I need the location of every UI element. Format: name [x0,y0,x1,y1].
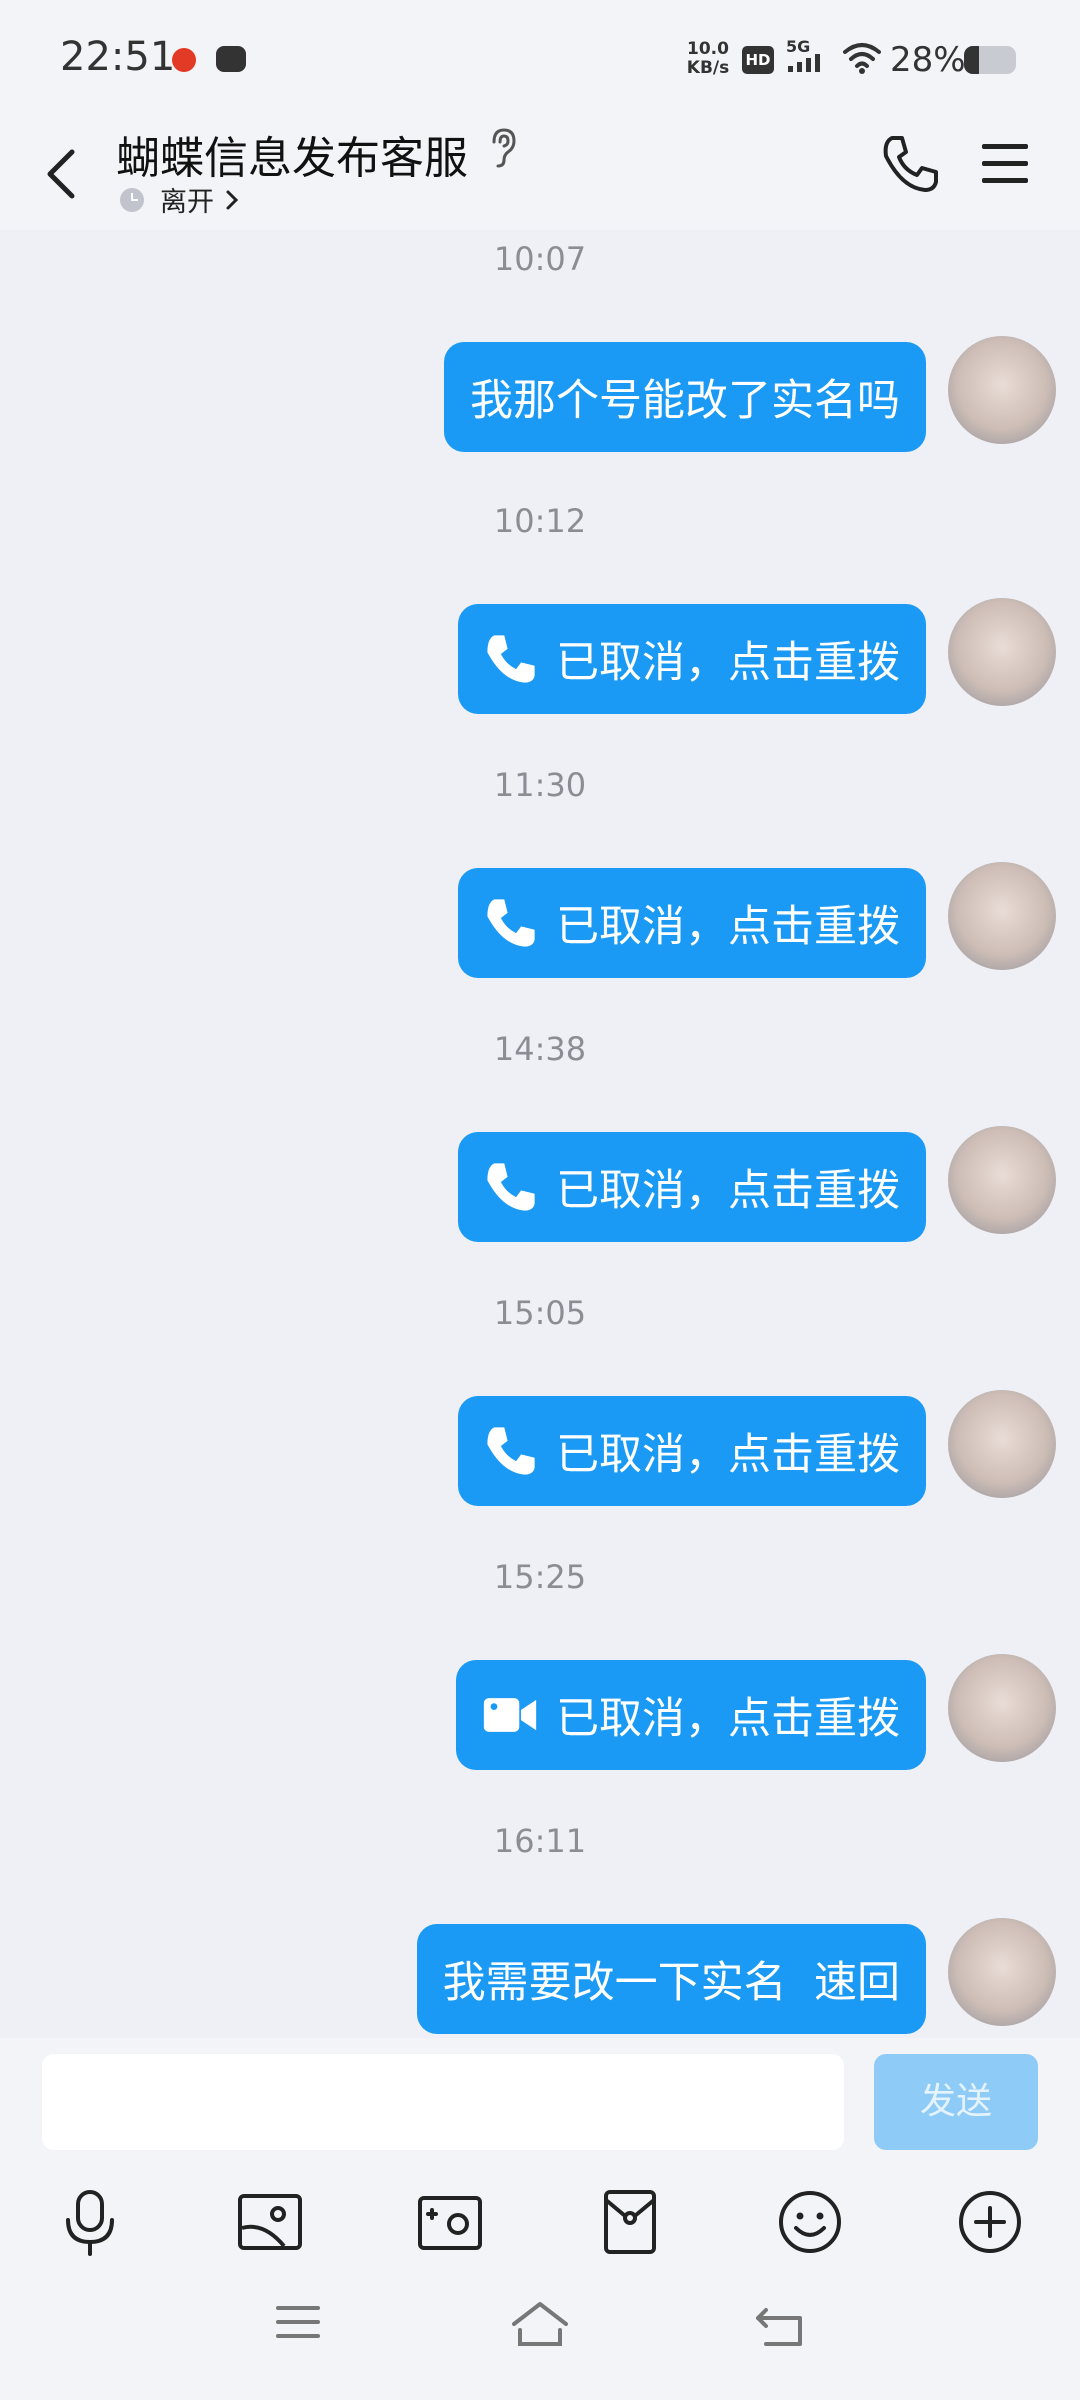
home-icon[interactable] [510,2300,570,2352]
phone-icon [883,136,938,192]
avatar[interactable] [948,598,1056,706]
send-button[interactable]: 发送 [874,2054,1038,2150]
avatar[interactable] [948,336,1056,444]
message-text: 已取消，点击重拨 [556,902,900,952]
message-timestamp: 10:07 [493,240,587,278]
video-call-record-bubble[interactable]: 已取消，点击重拨 [456,1660,926,1770]
message-timestamp: 11:30 [493,766,587,804]
menu-icon[interactable] [274,2300,324,2348]
notification-app-icon [172,48,196,72]
message-timestamp: 14:38 [493,1030,587,1068]
avatar[interactable] [948,1126,1056,1234]
avatar[interactable] [948,1654,1056,1762]
message-bubble[interactable]: 我那个号能改了实名吗 [444,342,926,452]
presence-status[interactable]: 离开 [120,180,240,219]
avatar[interactable] [948,862,1056,970]
microphone-icon[interactable] [54,2186,126,2258]
status-bar: 22:51 10.0 KB/s HD 5G 28% [0,0,1080,118]
network-speed-value: 10.0 [687,39,729,59]
video-camera-icon [482,1688,538,1742]
red-packet-icon[interactable] [594,2186,666,2258]
battery-icon [964,46,1016,74]
back-arrow-icon [47,149,75,199]
phone-icon [484,632,538,686]
more-menu-button[interactable] [980,142,1030,190]
message-text: 已取消，点击重拨 [556,638,900,688]
emoji-icon[interactable] [774,2186,846,2258]
hd-badge: HD [742,46,774,74]
avatar[interactable] [948,1918,1056,2026]
call-record-bubble[interactable]: 已取消，点击重拨 [458,604,926,714]
phone-icon [484,896,538,950]
message-timestamp: 15:05 [493,1294,587,1332]
message-text: 已取消，点击重拨 [556,1166,900,1216]
message-list[interactable]: 10:07 我那个号能改了实名吗 10:12 已取消，点击重拨 11:30 已取… [0,230,1080,2038]
message-input[interactable] [42,2054,844,2150]
plus-icon[interactable] [954,2186,1026,2258]
chevron-right-icon [226,190,239,209]
status-time: 22:51 [60,34,176,80]
call-record-bubble[interactable]: 已取消，点击重拨 [458,1132,926,1242]
back-icon[interactable] [754,2300,808,2352]
image-icon[interactable] [234,2186,306,2258]
phone-icon [484,1160,538,1214]
message-text: 已取消，点击重拨 [556,1430,900,1480]
phone-icon [484,1424,538,1478]
network-speed-unit: KB/s [686,58,730,78]
menu-icon [982,144,1028,183]
chat-header: 蝴蝶信息发布客服 离开 [0,118,1080,230]
message-text: 我那个号能改了实名吗 [470,376,900,426]
voice-call-button[interactable] [878,132,942,200]
camera-icon[interactable] [414,2186,486,2258]
wifi-icon [842,40,882,78]
battery-fill [964,46,979,74]
message-timestamp: 16:11 [493,1822,587,1860]
message-timestamp: 15:25 [493,1558,587,1596]
call-record-bubble[interactable]: 已取消，点击重拨 [458,868,926,978]
message-bubble[interactable]: 我需要改一下实名 速回 [416,1924,926,2034]
network-speed: 10.0 KB/s [682,40,734,78]
clock-icon [120,187,144,212]
message-text: 已取消，点击重拨 [556,1694,900,1744]
signal-icon: 5G [784,36,834,80]
notification-cloud-icon [216,46,246,72]
avatar[interactable] [948,1390,1056,1498]
message-timestamp: 10:12 [493,502,587,540]
message-text: 我需要改一下实名 速回 [442,1958,900,2008]
call-record-bubble[interactable]: 已取消，点击重拨 [458,1396,926,1506]
back-button[interactable] [36,130,86,210]
signal-label: 5G [786,37,810,56]
ear-icon[interactable] [486,124,522,176]
chat-title[interactable]: 蝴蝶信息发布客服 [116,122,468,186]
presence-status-text: 离开 [160,187,214,218]
battery-percent: 28% [890,40,966,80]
